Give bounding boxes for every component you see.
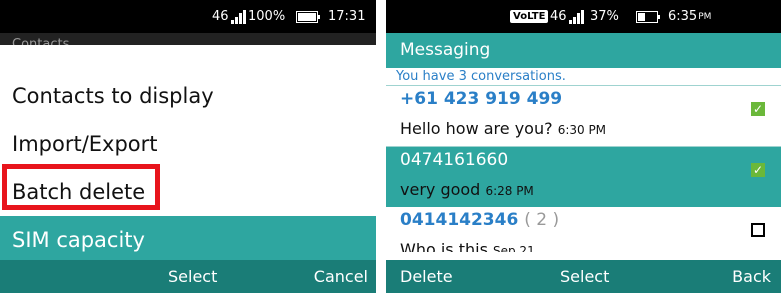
conversation-preview: very good 6:28 PM (400, 180, 534, 199)
softkey-delete[interactable]: Delete (400, 260, 453, 293)
checkbox-unchecked-icon[interactable] (751, 223, 765, 237)
clock: 6:35 PM (668, 9, 712, 24)
softkey-bar: Delete Select Back (386, 260, 781, 293)
network-indicator: 46 (550, 0, 584, 33)
conversation-number: 0474161660 (400, 150, 509, 170)
conversation-time: 6:28 PM (485, 184, 534, 198)
conversation-preview: Hello how are you? 6:30 PM (400, 119, 607, 138)
battery-percent: 37% (590, 9, 619, 24)
conversation-number: 0414142346 ( 2 ) (400, 210, 560, 230)
battery-icon (636, 0, 660, 33)
checkbox-checked-icon[interactable]: ✓ (751, 102, 765, 116)
network-label: 46 (212, 9, 229, 24)
conversation-item[interactable]: 0474161660 very good 6:28 PM ✓ (386, 147, 781, 207)
conversation-count: You have 3 conversations. (386, 68, 781, 86)
conversation-preview: Who is this Sep 21 (400, 240, 535, 252)
screen-title-partial: Contacts (0, 33, 376, 45)
conversation-time: Sep 21 (493, 244, 535, 252)
checkbox-checked-icon[interactable]: ✓ (751, 163, 765, 177)
signal-icon (230, 9, 246, 24)
conversation-number: +61 423 919 499 (400, 89, 563, 109)
messaging-screen: VoLTE 46 37% 6:35 PM Messaging You have … (386, 0, 781, 293)
volte-badge: VoLTE (510, 0, 549, 33)
network-label: 46 (550, 9, 567, 24)
softkey-cancel[interactable]: Cancel (314, 260, 368, 293)
network-indicator: 46 (212, 0, 246, 33)
softkey-select[interactable]: Select (560, 260, 609, 293)
highlight-box (2, 164, 160, 210)
conversation-item[interactable]: 0414142346 ( 2 ) Who is this Sep 21 (386, 207, 781, 252)
status-bar: 46 100% 17:31 (0, 0, 376, 33)
menu-item-contacts-to-display[interactable]: Contacts to display (0, 72, 376, 120)
softkey-bar: Select Cancel (0, 260, 376, 293)
app-title: Messaging (386, 33, 781, 68)
softkey-back[interactable]: Back (732, 260, 771, 293)
conversation-item[interactable]: +61 423 919 499 Hello how are you? 6:30 … (386, 86, 781, 146)
signal-icon (568, 9, 584, 24)
conversation-count-badge: ( 2 ) (524, 210, 560, 230)
conversation-time: 6:30 PM (557, 123, 607, 137)
clock: 17:31 (328, 9, 366, 24)
battery-icon (296, 0, 320, 33)
menu-item-sim-capacity[interactable]: SIM capacity (0, 216, 376, 264)
status-bar: VoLTE 46 37% 6:35 PM (386, 0, 781, 33)
battery-percent: 100% (248, 9, 286, 24)
contacts-options-screen: 46 100% 17:31 Contacts Contacts to displ… (0, 0, 376, 293)
softkey-select[interactable]: Select (168, 260, 217, 293)
menu-item-import-export[interactable]: Import/Export (0, 120, 376, 168)
